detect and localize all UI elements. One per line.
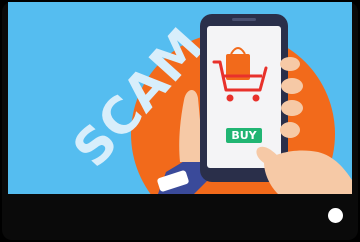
phone-screen — [207, 26, 281, 168]
illustration-canvas: SCAM BUY — [8, 2, 352, 194]
buy-button-label: BUY — [231, 129, 257, 142]
home-button[interactable] — [328, 208, 343, 223]
scam-illustration: SCAM BUY — [8, 2, 352, 194]
device-frame: SCAM BUY — [0, 0, 360, 242]
phone-speaker — [232, 18, 256, 21]
